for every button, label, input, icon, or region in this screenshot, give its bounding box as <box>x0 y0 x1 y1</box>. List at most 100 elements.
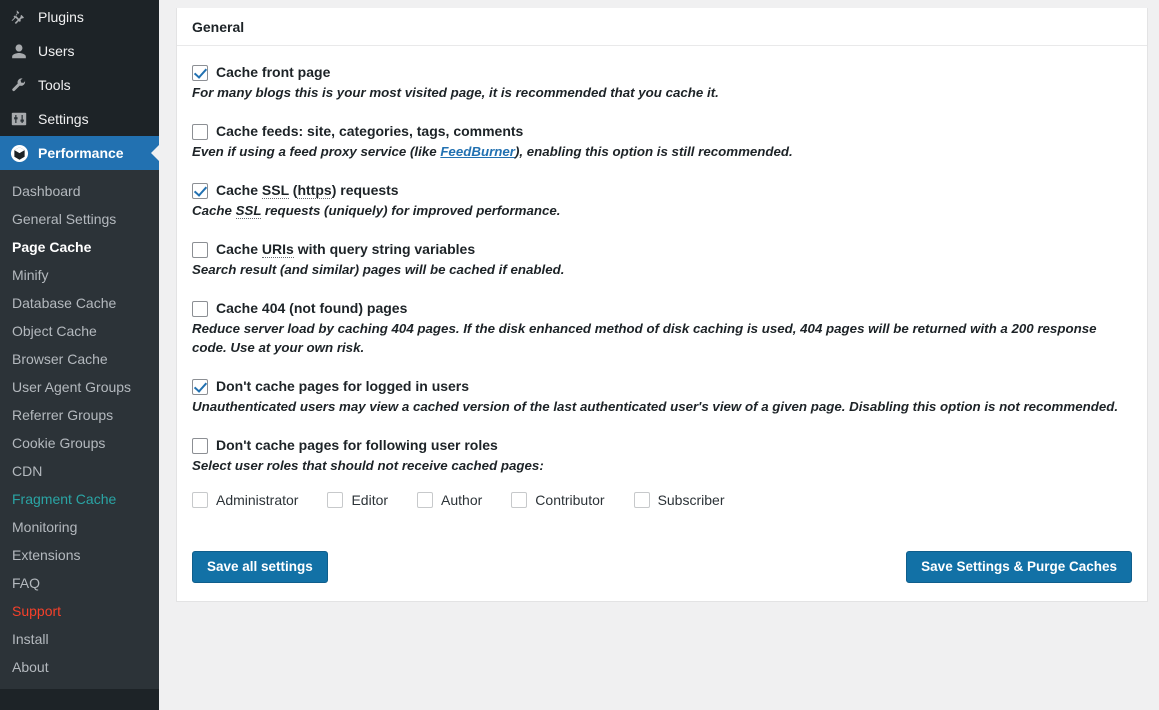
option-description: Reduce server load by caching 404 pages.… <box>192 321 1097 355</box>
checkbox-role-subscriber[interactable] <box>633 492 650 508</box>
wrench-icon <box>9 75 29 95</box>
role-administrator[interactable]: Administrator <box>192 491 298 508</box>
checkbox-no-cache-logged-in[interactable] <box>192 379 208 395</box>
sidebar-subitem-faq[interactable]: FAQ <box>0 569 159 597</box>
role-editor[interactable]: Editor <box>327 491 388 508</box>
desc-text-post: requests (uniquely) for improved perform… <box>261 203 561 218</box>
option-cache-front-page: Cache front page For many blogs this is … <box>192 64 1132 102</box>
sidebar-subitem-monitoring[interactable]: Monitoring <box>0 513 159 541</box>
plug-icon <box>9 7 29 27</box>
label-post: with query string variables <box>293 241 476 257</box>
sidebar-item-settings[interactable]: Settings <box>0 102 159 136</box>
sidebar-subitem-general-settings[interactable]: General Settings <box>0 205 159 233</box>
feedburner-link[interactable]: FeedBurner <box>440 144 515 159</box>
checkbox-no-cache-user-roles[interactable] <box>192 438 208 454</box>
option-description: Unauthenticated users may view a cached … <box>192 399 1119 414</box>
option-header: Cache front page <box>192 64 1132 81</box>
checkbox-role-contributor[interactable] <box>511 492 528 508</box>
sidebar-subitem-extensions[interactable]: Extensions <box>0 541 159 569</box>
sidebar-item-label: Performance <box>38 145 124 161</box>
role-author[interactable]: Author <box>417 491 482 508</box>
admin-screen: Plugins Users Tools Settings Performance… <box>0 0 1159 710</box>
option-cache-feeds: Cache feeds: site, categories, tags, com… <box>192 123 1132 161</box>
sidebar-item-users[interactable]: Users <box>0 34 159 68</box>
panel-title: General <box>177 8 1147 46</box>
panel-body: Cache front page For many blogs this is … <box>177 46 1147 601</box>
sidebar-subitem-object-cache[interactable]: Object Cache <box>0 317 159 345</box>
role-label: Contributor <box>535 491 605 508</box>
sidebar-subitem-install[interactable]: Install <box>0 625 159 653</box>
sidebar-subitem-database-cache[interactable]: Database Cache <box>0 289 159 317</box>
sidebar-subitem-user-agent-groups[interactable]: User Agent Groups <box>0 373 159 401</box>
option-label: Cache 404 (not found) pages <box>216 300 408 316</box>
sidebar-item-plugins[interactable]: Plugins <box>0 0 159 34</box>
role-subscriber[interactable]: Subscriber <box>633 491 725 508</box>
desc-text-pre: Even if using a feed proxy service (like <box>192 144 441 159</box>
option-description: For many blogs this is your most visited… <box>192 85 719 100</box>
role-contributor[interactable]: Contributor <box>511 491 605 508</box>
option-cache-uris: Cache URIs with query string variables S… <box>192 241 1132 279</box>
sidebar-item-label: Plugins <box>38 9 84 25</box>
ssl-abbr: SSL <box>235 203 262 219</box>
option-label: Cache SSL (https) requests <box>216 182 399 199</box>
desc-text-post: ), enabling this option is still recomme… <box>514 144 793 159</box>
option-label: Cache URIs with query string variables <box>216 241 475 258</box>
checkbox-cache-ssl[interactable] <box>192 183 208 199</box>
role-label: Subscriber <box>657 491 725 508</box>
sidebar-subitem-minify[interactable]: Minify <box>0 261 159 289</box>
checkbox-cache-front-page[interactable] <box>192 65 208 81</box>
sidebar-item-label: Settings <box>38 111 89 127</box>
checkbox-cache-404[interactable] <box>192 301 208 317</box>
user-roles-list: Administrator Editor Author Contributor <box>192 491 1132 508</box>
checkbox-cache-uris[interactable] <box>192 242 208 258</box>
option-header: Cache 404 (not found) pages <box>192 300 1132 317</box>
label-pre: Cache <box>216 241 262 257</box>
sidebar-item-tools[interactable]: Tools <box>0 68 159 102</box>
sidebar-subitem-cookie-groups[interactable]: Cookie Groups <box>0 429 159 457</box>
user-icon <box>9 41 29 61</box>
option-label: Cache front page <box>216 64 331 80</box>
sidebar-subitem-fragment-cache[interactable]: Fragment Cache <box>0 485 159 513</box>
desc-text-pre: Cache <box>192 203 236 218</box>
settings-panel: General Cache front page For many blogs … <box>176 8 1148 602</box>
button-row: Save all settings Save Settings & Purge … <box>192 529 1132 601</box>
option-label: Don't cache pages for logged in users <box>216 378 470 394</box>
sidebar-subitem-dashboard[interactable]: Dashboard <box>0 177 159 205</box>
option-header: Cache feeds: site, categories, tags, com… <box>192 123 1132 140</box>
checkbox-role-editor[interactable] <box>327 492 344 508</box>
sidebar-subitem-cdn[interactable]: CDN <box>0 457 159 485</box>
checkbox-cache-feeds[interactable] <box>192 124 208 140</box>
option-description: Even if using a feed proxy service (like… <box>192 142 1122 161</box>
option-no-cache-logged-in: Don't cache pages for logged in users Un… <box>192 378 1132 416</box>
checkbox-role-author[interactable] <box>417 492 434 508</box>
active-arrow-icon <box>151 145 159 161</box>
sidebar-subitem-browser-cache[interactable]: Browser Cache <box>0 345 159 373</box>
option-label: Don't cache pages for following user rol… <box>216 437 498 453</box>
option-header: Cache URIs with query string variables <box>192 241 1132 258</box>
role-label: Author <box>441 491 483 508</box>
role-label: Administrator <box>216 491 299 508</box>
https-abbr: https <box>297 182 332 199</box>
sidebar-subitem-support[interactable]: Support <box>0 597 159 625</box>
ssl-abbr: SSL <box>261 182 289 199</box>
role-label: Editor <box>351 491 389 508</box>
option-description: Select user roles that should not receiv… <box>192 458 544 473</box>
option-header: Don't cache pages for logged in users <box>192 378 1132 395</box>
option-header: Don't cache pages for following user rol… <box>192 437 1132 454</box>
option-no-cache-user-roles: Don't cache pages for following user rol… <box>192 437 1132 508</box>
sidebar-top-menu: Plugins Users Tools Settings Performance <box>0 0 159 170</box>
sidebar-item-performance[interactable]: Performance <box>0 136 159 170</box>
sidebar-subitem-about[interactable]: About <box>0 653 159 681</box>
option-description: Cache SSL requests (uniquely) for improv… <box>192 201 1122 220</box>
sidebar-subitem-page-cache[interactable]: Page Cache <box>0 233 159 261</box>
checkbox-role-administrator[interactable] <box>192 492 208 508</box>
uris-abbr: URIs <box>261 241 294 258</box>
sliders-icon <box>9 109 29 129</box>
sidebar-subitem-referrer-groups[interactable]: Referrer Groups <box>0 401 159 429</box>
sidebar-item-label: Tools <box>38 77 71 93</box>
option-description: Search result (and similar) pages will b… <box>192 262 565 277</box>
label-pre: Cache <box>216 182 262 198</box>
save-settings-purge-caches-button[interactable]: Save Settings & Purge Caches <box>906 551 1132 583</box>
save-all-settings-button[interactable]: Save all settings <box>192 551 328 583</box>
option-header: Cache SSL (https) requests <box>192 182 1132 199</box>
